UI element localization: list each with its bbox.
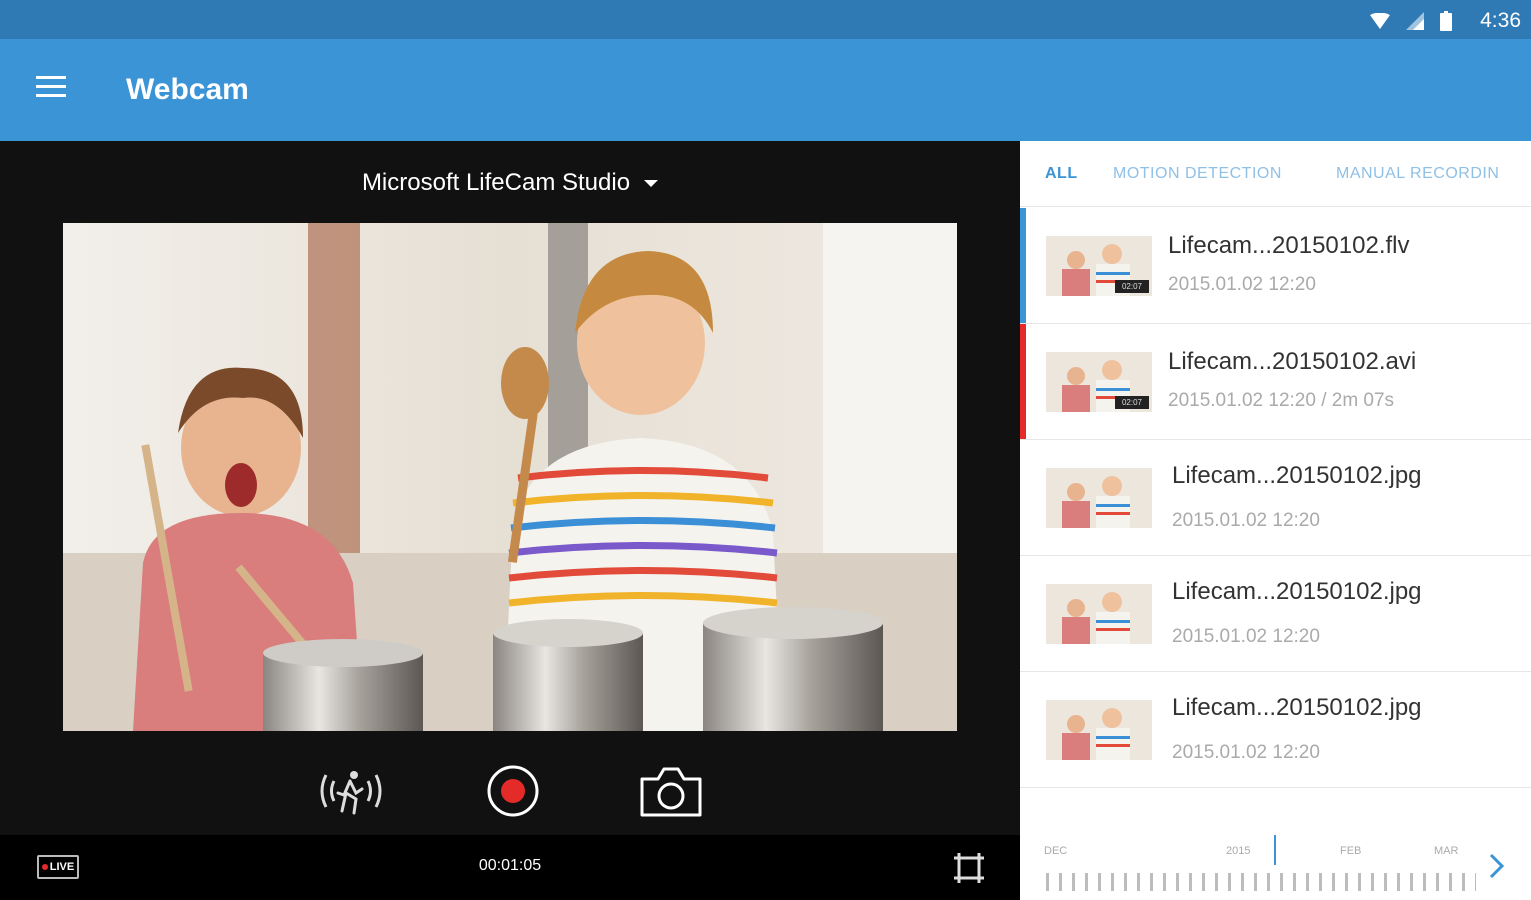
recording-meta: 2015.01.02 12:20 / 2m 07s (1168, 390, 1395, 411)
tab-motion-detection[interactable]: MOTION DETECTION (1113, 165, 1282, 183)
dropdown-caret-icon (644, 180, 659, 188)
list-item[interactable]: Lifecam...20150102.jpg 2015.01.02 12:20 (1020, 672, 1531, 788)
timeline-cursor[interactable] (1274, 835, 1276, 865)
wifi-icon (1370, 13, 1391, 29)
recording-name: Lifecam...20150102.avi (1168, 348, 1417, 375)
recording-meta: 2015.01.02 12:20 (1172, 626, 1320, 647)
status-icons: 4:36 (1370, 8, 1521, 34)
timeline-label: DEC (1044, 845, 1068, 857)
list-item[interactable]: Lifecam...20150102.jpg 2015.01.02 12:20 (1020, 440, 1531, 556)
camera-selector[interactable]: Microsoft LifeCam Studio (0, 169, 1020, 197)
selected-marker (1020, 208, 1026, 323)
duration-badge: 02:07 (1115, 280, 1149, 293)
recording-meta: 2015.01.02 12:20 (1168, 274, 1316, 295)
recording-name: Lifecam...20150102.jpg (1172, 462, 1422, 489)
live-view-pane: Microsoft LifeCam Studio LIVE 00:01:05 (0, 141, 1020, 900)
timeline-ticks (1046, 873, 1476, 891)
chevron-right-icon[interactable] (1486, 851, 1508, 886)
recording-meta: 2015.01.02 12:20 (1172, 510, 1320, 531)
live-dot-icon (41, 864, 48, 870)
recording-marker (1020, 324, 1026, 439)
recordings-list: 02:07 Lifecam...20150102.flv 2015.01.02 … (1020, 208, 1531, 788)
live-badge: LIVE (37, 855, 79, 879)
list-item[interactable]: Lifecam...20150102.jpg 2015.01.02 12:20 (1020, 556, 1531, 672)
recording-thumbnail: 02:07 (1046, 352, 1152, 412)
app-title: Webcam (126, 73, 249, 106)
elapsed-time: 00:01:05 (478, 857, 542, 874)
app-bar: Webcam (0, 39, 1531, 141)
recording-name: Lifecam...20150102.jpg (1172, 694, 1422, 721)
camera-name: Microsoft LifeCam Studio (361, 169, 631, 196)
timeline-label: 2015 (1226, 845, 1251, 857)
battery-icon (1440, 11, 1453, 31)
live-label: LIVE (49, 861, 75, 873)
recordings-pane: ALL MOTION DETECTION MANUAL RECORDIN 02:… (1020, 141, 1531, 900)
record-icon[interactable] (485, 763, 541, 824)
filter-tabs: ALL MOTION DETECTION MANUAL RECORDIN (1020, 141, 1531, 207)
recording-meta: 2015.01.02 12:20 (1172, 742, 1320, 763)
camera-video-feed[interactable] (63, 223, 957, 731)
status-bar: 4:36 (0, 0, 1531, 39)
recording-thumbnail (1046, 700, 1152, 760)
fullscreen-icon[interactable] (952, 851, 986, 890)
timeline-label: FEB (1340, 845, 1362, 857)
recording-name: Lifecam...20150102.jpg (1172, 578, 1422, 605)
tab-all[interactable]: ALL (1045, 165, 1078, 183)
motion-detection-icon[interactable] (316, 763, 386, 824)
recording-thumbnail (1046, 468, 1152, 528)
camera-snapshot-icon[interactable] (638, 763, 704, 824)
video-frame-illustration (63, 223, 957, 731)
hamburger-menu-icon[interactable] (36, 76, 68, 104)
timeline-label: MAR (1434, 845, 1459, 857)
recording-thumbnail: 02:07 (1046, 236, 1152, 296)
tab-manual-recording[interactable]: MANUAL RECORDIN (1336, 165, 1499, 183)
recording-thumbnail (1046, 584, 1152, 644)
player-controls (0, 763, 1020, 833)
recording-name: Lifecam...20150102.flv (1168, 232, 1410, 259)
list-item[interactable]: 02:07 Lifecam...20150102.flv 2015.01.02 … (1020, 208, 1531, 324)
cellular-signal-icon (1406, 12, 1425, 30)
duration-badge: 02:07 (1115, 396, 1149, 409)
timeline-scrubber[interactable]: DEC 2015 FEB MAR (1020, 831, 1531, 900)
player-status-bar: LIVE 00:01:05 (0, 835, 1020, 900)
status-time: 4:36 (1480, 9, 1521, 32)
list-item[interactable]: 02:07 Lifecam...20150102.avi 2015.01.02 … (1020, 324, 1531, 440)
